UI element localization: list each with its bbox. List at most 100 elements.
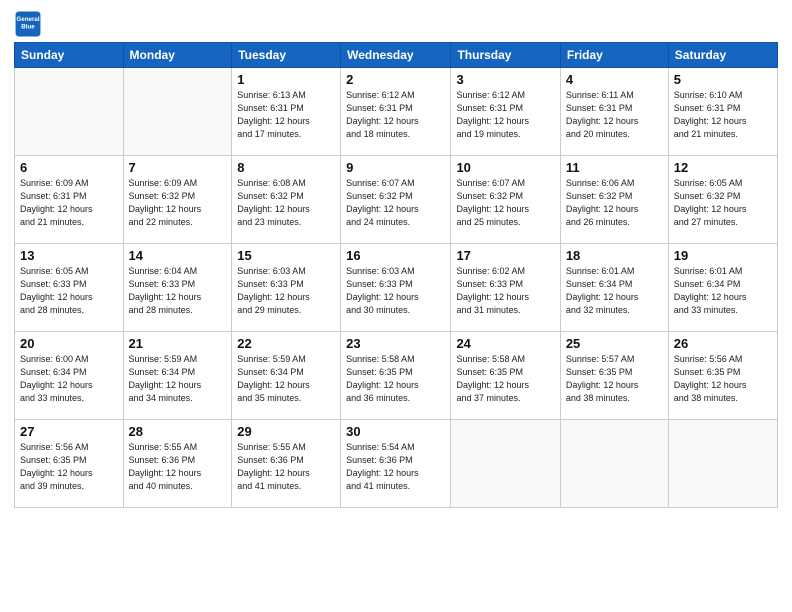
day-info: Sunrise: 6:02 AM Sunset: 6:33 PM Dayligh…: [456, 265, 554, 317]
day-info: Sunrise: 5:58 AM Sunset: 6:35 PM Dayligh…: [456, 353, 554, 405]
day-number: 19: [674, 248, 772, 263]
day-number: 2: [346, 72, 445, 87]
day-info: Sunrise: 5:59 AM Sunset: 6:34 PM Dayligh…: [129, 353, 227, 405]
day-number: 16: [346, 248, 445, 263]
day-info: Sunrise: 5:55 AM Sunset: 6:36 PM Dayligh…: [129, 441, 227, 493]
calendar-cell: 22 Sunrise: 5:59 AM Sunset: 6:34 PM Dayli…: [232, 332, 341, 420]
day-info: Sunrise: 5:56 AM Sunset: 6:35 PM Dayligh…: [674, 353, 772, 405]
calendar-cell: 28Sunrise: 5:55 AM Sunset: 6:36 PM Dayli…: [123, 420, 232, 508]
calendar: SundayMondayTuesdayWednesdayThursdayFrid…: [14, 42, 778, 508]
day-number: 21: [129, 336, 227, 351]
day-number: 24: [456, 336, 554, 351]
day-number: 7: [129, 160, 227, 175]
day-info: Sunrise: 6:11 AM Sunset: 6:31 PM Dayligh…: [566, 89, 663, 141]
day-info: Sunrise: 6:06 AM Sunset: 6:32 PM Dayligh…: [566, 177, 663, 229]
calendar-cell: 5Sunrise: 6:10 AM Sunset: 6:31 PM Daylig…: [668, 68, 777, 156]
weekday-header-saturday: Saturday: [668, 43, 777, 68]
header: General Blue: [14, 10, 778, 38]
weekday-header-sunday: Sunday: [15, 43, 124, 68]
day-info: Sunrise: 6:07 AM Sunset: 6:32 PM Dayligh…: [346, 177, 445, 229]
week-row-1: 1Sunrise: 6:13 AM Sunset: 6:31 PM Daylig…: [15, 68, 778, 156]
day-info: Sunrise: 6:05 AM Sunset: 6:32 PM Dayligh…: [674, 177, 772, 229]
day-number: 15: [237, 248, 335, 263]
calendar-cell: 8 Sunrise: 6:08 AM Sunset: 6:32 PM Daylig…: [232, 156, 341, 244]
day-number: 8: [237, 160, 335, 175]
week-row-5: 27 Sunrise: 5:56 AM Sunset: 6:35 PM Dayli…: [15, 420, 778, 508]
calendar-cell: 18Sunrise: 6:01 AM Sunset: 6:34 PM Dayli…: [560, 244, 668, 332]
day-number: 30: [346, 424, 445, 439]
day-number: 9: [346, 160, 445, 175]
calendar-cell: 13 Sunrise: 6:05 AM Sunset: 6:33 PM Dayli…: [15, 244, 124, 332]
calendar-cell: 4Sunrise: 6:11 AM Sunset: 6:31 PM Daylig…: [560, 68, 668, 156]
day-info: Sunrise: 5:54 AM Sunset: 6:36 PM Dayligh…: [346, 441, 445, 493]
day-info: Sunrise: 6:08 AM Sunset: 6:32 PM Dayligh…: [237, 177, 335, 229]
week-row-3: 13 Sunrise: 6:05 AM Sunset: 6:33 PM Dayli…: [15, 244, 778, 332]
day-info: Sunrise: 5:56 AM Sunset: 6:35 PM Dayligh…: [20, 441, 118, 493]
calendar-cell: 10Sunrise: 6:07 AM Sunset: 6:32 PM Dayli…: [451, 156, 560, 244]
day-info: Sunrise: 6:05 AM Sunset: 6:33 PM Dayligh…: [20, 265, 118, 317]
calendar-cell: 16 Sunrise: 6:03 AM Sunset: 6:33 PM Dayli…: [341, 244, 451, 332]
day-number: 22: [237, 336, 335, 351]
day-number: 26: [674, 336, 772, 351]
day-number: 1: [237, 72, 335, 87]
page-container: General Blue SundayMondayTuesdayWednesda…: [0, 0, 792, 514]
svg-text:General: General: [16, 16, 39, 23]
day-number: 17: [456, 248, 554, 263]
day-info: Sunrise: 6:04 AM Sunset: 6:33 PM Dayligh…: [129, 265, 227, 317]
day-number: 10: [456, 160, 554, 175]
day-info: Sunrise: 6:12 AM Sunset: 6:31 PM Dayligh…: [346, 89, 445, 141]
day-number: 25: [566, 336, 663, 351]
day-number: 13: [20, 248, 118, 263]
day-number: 29: [237, 424, 335, 439]
calendar-cell: 14 Sunrise: 6:04 AM Sunset: 6:33 PM Dayli…: [123, 244, 232, 332]
calendar-cell: 20Sunrise: 6:00 AM Sunset: 6:34 PM Dayli…: [15, 332, 124, 420]
calendar-cell: 1Sunrise: 6:13 AM Sunset: 6:31 PM Daylig…: [232, 68, 341, 156]
calendar-cell: 11 Sunrise: 6:06 AM Sunset: 6:32 PM Dayli…: [560, 156, 668, 244]
calendar-cell: 27 Sunrise: 5:56 AM Sunset: 6:35 PM Dayli…: [15, 420, 124, 508]
calendar-cell: 17 Sunrise: 6:02 AM Sunset: 6:33 PM Dayli…: [451, 244, 560, 332]
week-row-2: 6Sunrise: 6:09 AM Sunset: 6:31 PM Daylig…: [15, 156, 778, 244]
calendar-cell: 9 Sunrise: 6:07 AM Sunset: 6:32 PM Daylig…: [341, 156, 451, 244]
weekday-header-thursday: Thursday: [451, 43, 560, 68]
weekday-header-wednesday: Wednesday: [341, 43, 451, 68]
calendar-cell: 23 Sunrise: 5:58 AM Sunset: 6:35 PM Dayli…: [341, 332, 451, 420]
day-info: Sunrise: 5:59 AM Sunset: 6:34 PM Dayligh…: [237, 353, 335, 405]
weekday-header-friday: Friday: [560, 43, 668, 68]
calendar-cell: 21 Sunrise: 5:59 AM Sunset: 6:34 PM Dayli…: [123, 332, 232, 420]
calendar-cell: 29 Sunrise: 5:55 AM Sunset: 6:36 PM Dayli…: [232, 420, 341, 508]
calendar-cell: 24 Sunrise: 5:58 AM Sunset: 6:35 PM Dayli…: [451, 332, 560, 420]
day-info: Sunrise: 6:10 AM Sunset: 6:31 PM Dayligh…: [674, 89, 772, 141]
calendar-cell: [15, 68, 124, 156]
day-number: 14: [129, 248, 227, 263]
day-number: 11: [566, 160, 663, 175]
day-number: 27: [20, 424, 118, 439]
day-info: Sunrise: 6:03 AM Sunset: 6:33 PM Dayligh…: [346, 265, 445, 317]
logo: General Blue: [14, 10, 46, 38]
day-info: Sunrise: 6:03 AM Sunset: 6:33 PM Dayligh…: [237, 265, 335, 317]
day-info: Sunrise: 5:58 AM Sunset: 6:35 PM Dayligh…: [346, 353, 445, 405]
svg-text:Blue: Blue: [21, 24, 35, 31]
logo-icon: General Blue: [14, 10, 42, 38]
day-info: Sunrise: 6:01 AM Sunset: 6:34 PM Dayligh…: [674, 265, 772, 317]
day-info: Sunrise: 6:12 AM Sunset: 6:31 PM Dayligh…: [456, 89, 554, 141]
calendar-cell: 6Sunrise: 6:09 AM Sunset: 6:31 PM Daylig…: [15, 156, 124, 244]
calendar-cell: 7 Sunrise: 6:09 AM Sunset: 6:32 PM Daylig…: [123, 156, 232, 244]
day-info: Sunrise: 6:00 AM Sunset: 6:34 PM Dayligh…: [20, 353, 118, 405]
calendar-cell: [668, 420, 777, 508]
day-number: 18: [566, 248, 663, 263]
day-info: Sunrise: 5:55 AM Sunset: 6:36 PM Dayligh…: [237, 441, 335, 493]
calendar-cell: 19 Sunrise: 6:01 AM Sunset: 6:34 PM Dayli…: [668, 244, 777, 332]
calendar-cell: 26 Sunrise: 5:56 AM Sunset: 6:35 PM Dayli…: [668, 332, 777, 420]
calendar-cell: [451, 420, 560, 508]
day-info: Sunrise: 6:09 AM Sunset: 6:32 PM Dayligh…: [129, 177, 227, 229]
day-number: 23: [346, 336, 445, 351]
day-info: Sunrise: 5:57 AM Sunset: 6:35 PM Dayligh…: [566, 353, 663, 405]
day-number: 3: [456, 72, 554, 87]
day-number: 12: [674, 160, 772, 175]
weekday-header-tuesday: Tuesday: [232, 43, 341, 68]
calendar-cell: 25 Sunrise: 5:57 AM Sunset: 6:35 PM Dayli…: [560, 332, 668, 420]
weekday-header-row: SundayMondayTuesdayWednesdayThursdayFrid…: [15, 43, 778, 68]
calendar-cell: [560, 420, 668, 508]
day-number: 6: [20, 160, 118, 175]
calendar-cell: 2 Sunrise: 6:12 AM Sunset: 6:31 PM Daylig…: [341, 68, 451, 156]
